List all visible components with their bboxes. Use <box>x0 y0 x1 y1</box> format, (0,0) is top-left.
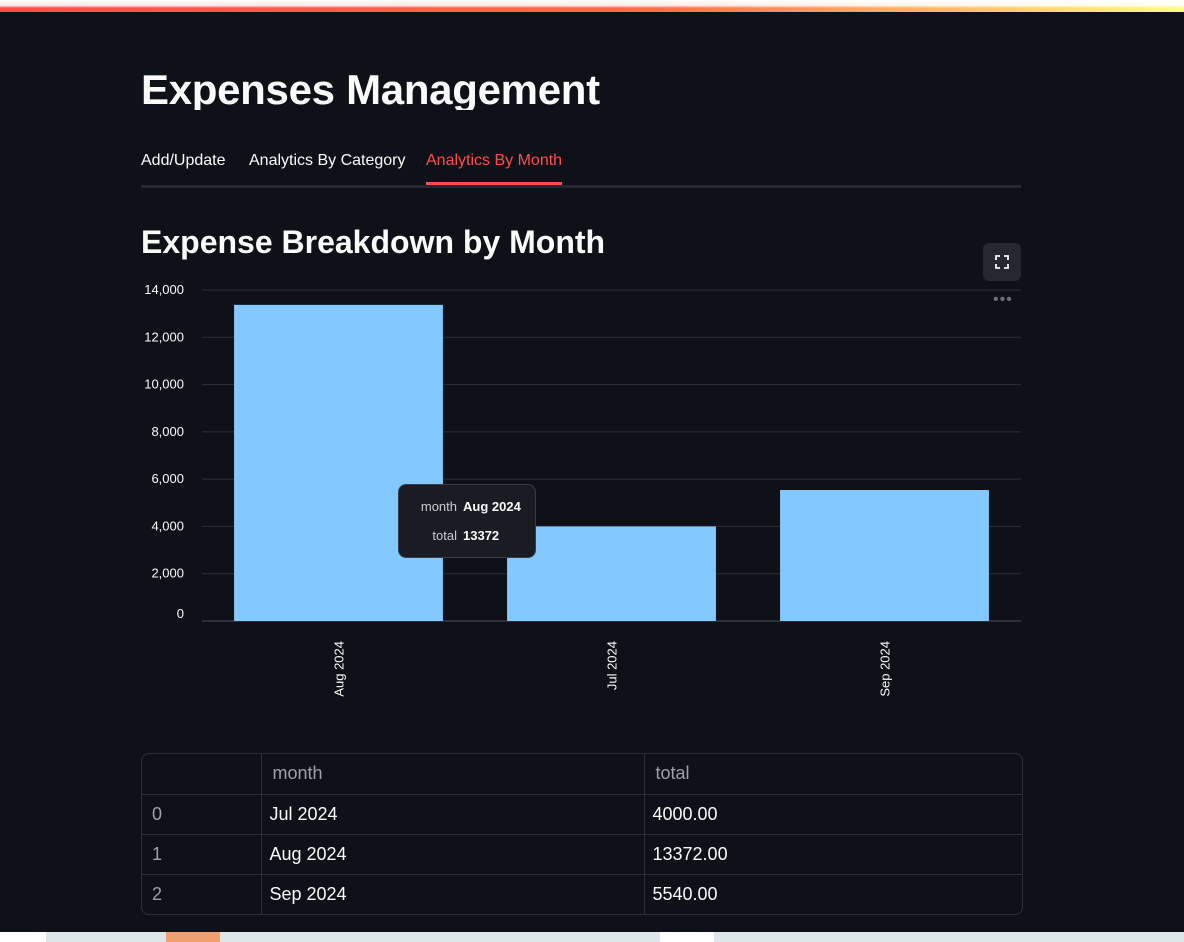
total-cell[interactable]: 4000.00 <box>644 794 1022 835</box>
tab-add-update[interactable]: Add/Update <box>141 152 226 185</box>
chart-tooltip: month Aug 2024 total 13372 <box>398 484 536 558</box>
fullscreen-icon <box>995 255 1009 269</box>
total-cell[interactable]: 5540.00 <box>644 874 1022 914</box>
tooltip-key: month <box>420 499 457 514</box>
table-row[interactable]: 0 Jul 2024 4000.00 <box>142 794 1022 835</box>
section-title: Expense Breakdown by Month <box>141 224 606 260</box>
y-tick-label: 8,000 <box>151 424 184 439</box>
os-taskbar <box>0 932 1184 942</box>
taskbar-segment <box>660 932 714 942</box>
y-tick-label: 6,000 <box>151 471 184 486</box>
tooltip-value: 13372 <box>463 528 500 543</box>
x-tick-label: Aug 2024 <box>332 641 347 697</box>
y-tick-label: 4,000 <box>151 518 184 533</box>
bar[interactable] <box>234 304 443 621</box>
tab-bar: Add/Update Analytics By Category Analyti… <box>141 146 1021 188</box>
taskbar-segment <box>166 932 220 942</box>
tab-analytics-by-category[interactable]: Analytics By Category <box>249 152 406 185</box>
x-tick-label: Sep 2024 <box>878 641 893 697</box>
tooltip-key: total <box>432 528 457 543</box>
y-tick-label: 14,000 <box>144 282 184 297</box>
page-title: Expenses Management <box>141 66 600 110</box>
tab-analytics-by-month[interactable]: Analytics By Month <box>426 152 563 185</box>
row-index: 1 <box>142 834 262 875</box>
total-cell[interactable]: 13372.00 <box>644 834 1022 875</box>
row-index: 2 <box>142 874 262 914</box>
month-cell[interactable]: Aug 2024 <box>261 834 645 875</box>
bar[interactable] <box>780 490 989 621</box>
data-table[interactable]: month total 0 Jul 2024 4000.00 1 Aug 202… <box>141 753 1023 915</box>
index-column-header[interactable] <box>142 754 262 795</box>
y-tick-label: 10,000 <box>144 377 184 392</box>
month-cell[interactable]: Jul 2024 <box>261 794 645 835</box>
month-column-header[interactable]: month <box>261 754 645 795</box>
table-header-row: month total <box>142 754 1022 795</box>
y-tick-label: 12,000 <box>144 329 184 344</box>
y-tick-label: 0 <box>177 606 184 621</box>
header-decoration-bar <box>0 0 1184 12</box>
tooltip-value: Aug 2024 <box>463 499 521 514</box>
y-tick-label: 2,000 <box>151 566 184 581</box>
bar[interactable] <box>507 526 716 621</box>
table-row[interactable]: 2 Sep 2024 5540.00 <box>142 874 1022 914</box>
total-column-header[interactable]: total <box>644 754 1022 795</box>
x-tick-label: Jul 2024 <box>605 641 620 690</box>
month-cell[interactable]: Sep 2024 <box>261 874 645 914</box>
taskbar-segment <box>0 932 46 942</box>
fullscreen-button[interactable] <box>983 243 1021 281</box>
table-row[interactable]: 1 Aug 2024 13372.00 <box>142 834 1022 875</box>
bar-chart: 02,0004,0006,0008,00010,00012,00014,000 … <box>144 282 1021 697</box>
row-index: 0 <box>142 794 262 835</box>
